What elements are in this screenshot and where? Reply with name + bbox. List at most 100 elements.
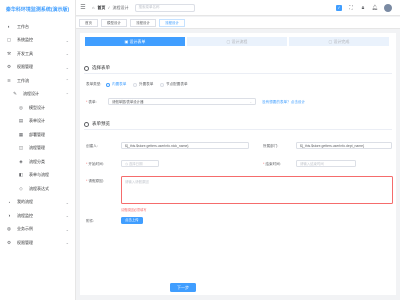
breadcrumb-current: 流程设计 bbox=[112, 4, 129, 10]
sidebar-item-permission[interactable]: ⚙ 权限管理 ⌄ bbox=[0, 61, 75, 75]
chevron-down-icon: ⌄ bbox=[249, 99, 252, 104]
process-icon: ◫ bbox=[18, 145, 24, 151]
model-icon: ◎ bbox=[19, 104, 23, 110]
permission-icon: ⚙ bbox=[6, 239, 12, 245]
sidebar-item-example[interactable]: ◍ 业务示例 ⌄ bbox=[0, 223, 75, 237]
breadcrumb-separator: / bbox=[108, 5, 110, 10]
sidebar: 秦华科环境监测系统(演示版) ◐ 工作台 ▢ 系统监控 ⌄ ⚒ 开发工具 ⌄ ⚙ 权限管理 ⌄… bbox=[0, 0, 76, 300]
sidebar-item-form-design[interactable]: ▤ 表单设计 bbox=[0, 115, 75, 129]
fullscreen-icon[interactable]: ⛶ bbox=[348, 5, 354, 11]
chevron-down-icon: ⌄ bbox=[65, 51, 69, 57]
divider bbox=[84, 129, 392, 130]
category-icon: ◈ bbox=[19, 158, 23, 164]
step-design-process: ▢ 设计流程 bbox=[187, 37, 287, 46]
next-step-button[interactable]: 下一步 bbox=[170, 283, 196, 292]
form-process-icon: ◧ bbox=[18, 172, 24, 178]
sidebar-item-process-manage[interactable]: ◫ 流程管理 bbox=[0, 142, 75, 156]
sidebar-item-expression[interactable]: ◇ 流程表达式 bbox=[0, 182, 75, 196]
upload-button[interactable]: 点击上传 bbox=[121, 217, 143, 224]
chevron-up-icon: ⌃ bbox=[65, 91, 69, 97]
home-icon: ⌂ bbox=[92, 5, 95, 10]
form-icon: ▤ bbox=[18, 118, 24, 124]
design-icon: ✎ bbox=[13, 91, 17, 97]
breadcrumb-home[interactable]: 首页 bbox=[97, 5, 105, 11]
end-time-field[interactable]: 请输入结束时间 bbox=[296, 160, 356, 167]
dept-field[interactable]: ${_this.$store.getters.userInfo.dept_nam… bbox=[296, 142, 392, 149]
sidebar-item-permission-2[interactable]: ⚙ 权限管理 ⌄ bbox=[0, 236, 75, 250]
tab-process-design-active[interactable]: 流程设计 bbox=[159, 18, 185, 27]
form-select-label: * 表单: bbox=[86, 100, 97, 104]
radio-dot bbox=[106, 82, 110, 87]
chevron-up-icon: ⌃ bbox=[65, 78, 69, 84]
lock-icon[interactable]: 🔒︎ bbox=[360, 5, 366, 11]
sidebar-item-model-design[interactable]: ◎ 模型设计 bbox=[0, 101, 75, 115]
chevron-down-icon: ⌄ bbox=[65, 64, 69, 70]
end-time-label: * 结束时间: bbox=[263, 162, 281, 166]
tool-icon: ⚒ bbox=[6, 50, 12, 56]
tabs-bar: 首页 模型设计 流程设计 流程设计 bbox=[76, 17, 400, 29]
example-icon: ◍ bbox=[7, 226, 11, 232]
divider bbox=[84, 73, 392, 74]
steps-bar: ▣ 设计表单 ▢ 设计流程 ▢ 设计完成 bbox=[85, 37, 391, 46]
radio-dot bbox=[160, 82, 164, 87]
radio-dot bbox=[133, 82, 137, 87]
sidebar-item-category[interactable]: ◈ 流程分类 bbox=[0, 155, 75, 169]
top-header: ☰ ⌂ 首页 / 流程设计 搜索菜单名称 ✓ ⛶ 🔒︎ 🔔︎ bbox=[76, 0, 400, 16]
form-select[interactable]: 请假单据/表单设计器 ⌄ bbox=[108, 98, 256, 105]
step-complete: ▢ 设计完成 bbox=[289, 37, 389, 46]
radio-external-form[interactable]: 外置表单 bbox=[133, 82, 153, 87]
app-logo-title: 秦华科环境监测系统(演示版) bbox=[5, 7, 70, 13]
tab-model-design[interactable]: 模型设计 bbox=[101, 18, 127, 27]
deploy-icon: ▦ bbox=[18, 131, 24, 137]
my-process-icon: ◔ bbox=[7, 199, 11, 205]
workflow-icon: ≋ bbox=[7, 77, 11, 83]
menu-search-input[interactable]: 搜索菜单名称 bbox=[134, 3, 195, 12]
sidebar-item-workbench[interactable]: ◐ 工作台 bbox=[0, 20, 75, 34]
creator-label: 创建人: bbox=[86, 144, 98, 148]
radio-node-form[interactable]: 节点配置表单 bbox=[160, 82, 188, 87]
section-form-preview: 表单预览 bbox=[84, 121, 110, 127]
app-root: 秦华科环境监测系统(演示版) ◐ 工作台 ▢ 系统监控 ⌄ ⚒ 开发工具 ⌄ ⚙ 权限管理 ⌄… bbox=[0, 0, 400, 300]
sidebar-item-form-process[interactable]: ◧ 表单与流程 bbox=[0, 169, 75, 183]
form-type-label: 表单类型: bbox=[86, 82, 102, 86]
workbench-icon: ◐ bbox=[7, 24, 11, 30]
process-monitor-icon: ◑ bbox=[7, 213, 11, 219]
chevron-down-icon: ⌄ bbox=[65, 213, 69, 219]
step-design-form: ▣ 设计表单 bbox=[85, 37, 185, 46]
start-time-label: * 开始时间: bbox=[86, 162, 104, 166]
chevron-down-icon: ⌄ bbox=[65, 37, 69, 43]
reason-error: 请假原因必须填写 bbox=[121, 208, 147, 212]
attachment-label: 附件: bbox=[86, 219, 95, 223]
radio-builtin-form[interactable]: 内置表单 bbox=[106, 82, 126, 87]
monitor-icon: ▢ bbox=[6, 37, 12, 43]
reason-label: * 请假原因: bbox=[86, 179, 104, 183]
creator-field[interactable]: ${_this.$store.getters.userInfo.nick_nam… bbox=[121, 142, 249, 149]
sidebar-item-process-design[interactable]: ✎ 流程设计 ⌃ bbox=[0, 88, 75, 102]
tab-home[interactable]: 首页 bbox=[79, 18, 98, 27]
chevron-down-icon: ⌄ bbox=[65, 240, 69, 246]
checkbox-icon[interactable]: ✓ bbox=[336, 4, 342, 11]
bell-icon[interactable]: 🔔︎ bbox=[372, 5, 378, 11]
section-icon bbox=[84, 65, 89, 71]
reason-textarea[interactable]: 请输入请假原因 bbox=[121, 176, 393, 204]
expression-icon: ◇ bbox=[19, 185, 23, 191]
avatar[interactable] bbox=[384, 3, 392, 12]
permission-icon: ⚙ bbox=[6, 64, 12, 70]
design-form-link[interactable]: 没有想要的表单？点击设计 bbox=[262, 100, 305, 105]
section-icon bbox=[84, 121, 89, 127]
sidebar-item-devtools[interactable]: ⚒ 开发工具 ⌄ bbox=[0, 47, 75, 61]
sidebar-item-workflow[interactable]: ≋ 工作流 ⌃ bbox=[0, 74, 75, 88]
chevron-down-icon: ⌄ bbox=[65, 199, 69, 205]
chevron-down-icon: ⌄ bbox=[65, 226, 69, 232]
sidebar-item-monitor[interactable]: ▢ 系统监控 ⌄ bbox=[0, 34, 75, 48]
main-card: ▣ 设计表单 ▢ 设计流程 ▢ 设计完成 选择表单 表单类型: 内置表单 外置表… bbox=[80, 33, 396, 295]
dept-label: 所属部门: bbox=[263, 144, 279, 148]
tab-process-design[interactable]: 流程设计 bbox=[130, 18, 156, 27]
start-time-field[interactable]: ◷ 选择日期 bbox=[121, 160, 159, 167]
sidebar-item-my-process[interactable]: ◔ 我的流程 ⌄ bbox=[0, 196, 75, 210]
section-select-form: 选择表单 bbox=[84, 65, 110, 71]
menu-toggle-icon[interactable]: ☰ bbox=[78, 4, 88, 11]
sidebar-item-process-monitor[interactable]: ◑ 流程监控 ⌄ bbox=[0, 209, 75, 223]
sidebar-item-deploy[interactable]: ▦ 部署管理 bbox=[0, 128, 75, 142]
breadcrumb: ⌂ 首页 / 流程设计 bbox=[92, 5, 129, 11]
